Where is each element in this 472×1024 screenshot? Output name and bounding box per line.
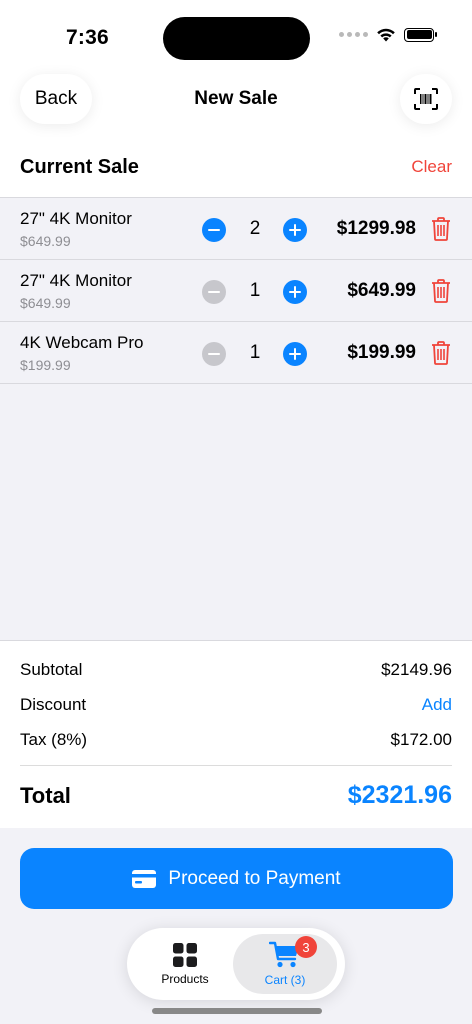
total-label: Total	[20, 783, 71, 808]
subtotal-label: Subtotal	[20, 660, 83, 679]
tax-value: $172.00	[390, 730, 452, 749]
cart-item-row: 27" 4K Monitor $649.99 1 $649.99	[0, 260, 472, 322]
status-bar: 7:36	[0, 0, 472, 76]
order-summary: Subtotal $2149.96 Discount Add Tax (8%) …	[0, 641, 472, 828]
tax-row: Tax (8%) $172.00	[20, 730, 452, 750]
bottom-area: Proceed to Payment Products Cart (3) 3	[0, 828, 472, 1024]
grid-icon	[173, 943, 197, 967]
add-discount-button[interactable]: Add	[422, 695, 452, 715]
section-title: Current Sale	[20, 155, 139, 178]
increase-quantity-button[interactable]	[283, 218, 307, 242]
proceed-to-payment-button[interactable]: Proceed to Payment	[20, 848, 453, 909]
decrease-quantity-button[interactable]	[202, 280, 226, 304]
barcode-scan-icon	[414, 88, 438, 110]
decrease-quantity-button[interactable]	[202, 342, 226, 366]
trash-icon[interactable]	[430, 278, 452, 304]
dynamic-island	[163, 17, 310, 60]
item-unit-price: $649.99	[20, 233, 71, 249]
cart-count-badge: 3	[295, 936, 317, 958]
decrease-quantity-button[interactable]	[202, 218, 226, 242]
cart-item-list: 27" 4K Monitor $649.99 2 $1299.98 27" 4K…	[0, 197, 472, 641]
increase-quantity-button[interactable]	[283, 342, 307, 366]
home-indicator	[152, 1008, 322, 1014]
item-line-total: $199.99	[347, 342, 416, 363]
tab-bar: Products Cart (3) 3	[127, 928, 345, 1000]
tab-products[interactable]: Products	[133, 934, 237, 994]
section-header: Current Sale Clear	[20, 150, 452, 184]
trash-icon[interactable]	[430, 340, 452, 366]
item-name: 27" 4K Monitor	[20, 209, 132, 228]
status-icons	[339, 27, 437, 42]
tab-cart[interactable]: Cart (3) 3	[233, 934, 337, 994]
credit-card-icon	[132, 869, 157, 888]
signal-icon	[339, 32, 368, 37]
scan-button[interactable]	[400, 74, 452, 124]
tab-cart-label: Cart (3)	[264, 973, 306, 987]
discount-row: Discount Add	[20, 695, 452, 715]
item-quantity: 1	[249, 342, 261, 363]
item-unit-price: $649.99	[20, 295, 71, 311]
cart-item-row: 4K Webcam Pro $199.99 1 $199.99	[0, 322, 472, 384]
wifi-icon	[377, 28, 395, 42]
cart-item-row: 27" 4K Monitor $649.99 2 $1299.98	[0, 198, 472, 260]
trash-icon[interactable]	[430, 216, 452, 242]
increase-quantity-button[interactable]	[283, 280, 307, 304]
proceed-to-payment-label: Proceed to Payment	[168, 867, 341, 889]
subtotal-value: $2149.96	[381, 660, 452, 679]
total-value: $2321.96	[347, 781, 452, 809]
discount-label: Discount	[20, 695, 87, 714]
battery-icon	[404, 27, 437, 42]
item-quantity: 2	[249, 218, 261, 239]
tab-products-label: Products	[161, 972, 209, 986]
summary-divider	[20, 765, 452, 766]
nav-bar: Back New Sale	[0, 72, 472, 128]
status-time: 7:36	[66, 26, 109, 49]
item-quantity: 1	[249, 280, 261, 301]
item-line-total: $1299.98	[336, 218, 416, 239]
subtotal-row: Subtotal $2149.96	[20, 660, 452, 680]
item-name: 4K Webcam Pro	[20, 333, 144, 352]
clear-button[interactable]: Clear	[411, 157, 452, 177]
item-line-total: $649.99	[347, 280, 416, 301]
item-unit-price: $199.99	[20, 357, 71, 373]
tax-label: Tax (8%)	[20, 730, 88, 749]
item-name: 27" 4K Monitor	[20, 271, 132, 290]
